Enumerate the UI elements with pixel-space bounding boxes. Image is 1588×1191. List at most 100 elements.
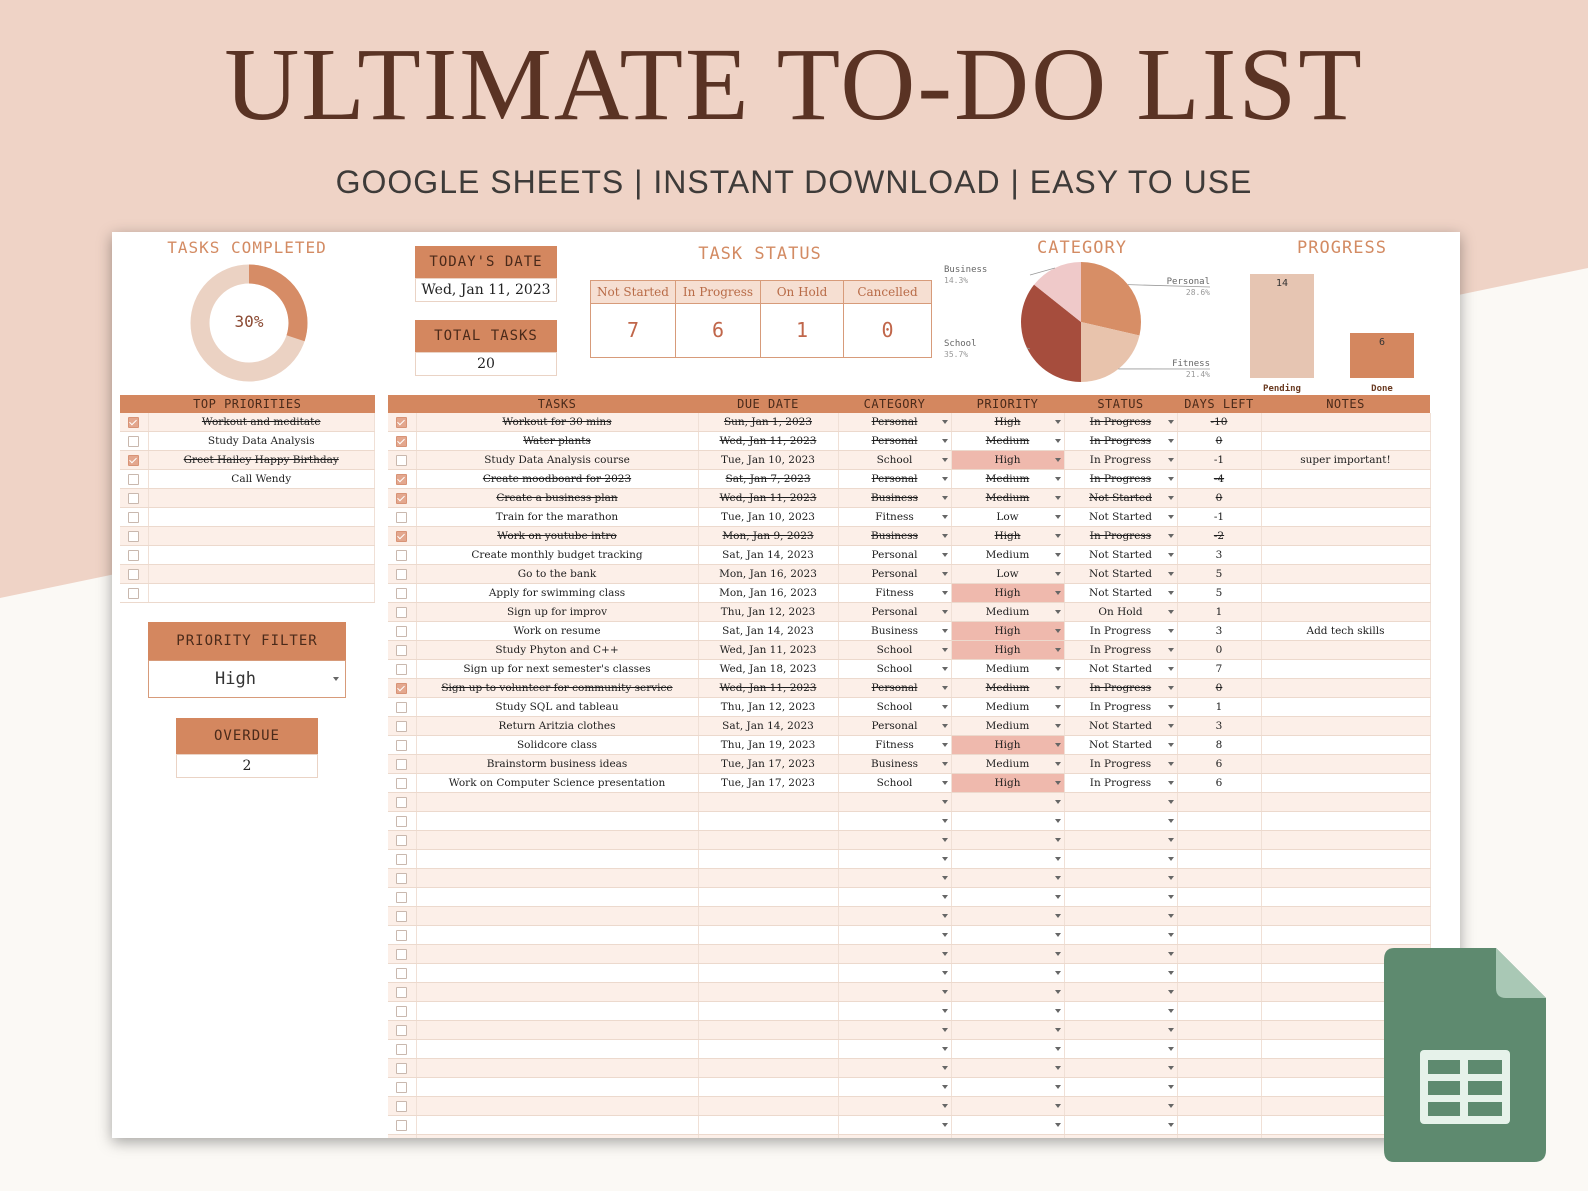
days-left[interactable]: 5 <box>1177 564 1262 584</box>
done-checkbox[interactable] <box>396 549 408 561</box>
priority-select[interactable]: Medium <box>951 431 1065 451</box>
empty-cell[interactable] <box>838 1058 952 1078</box>
empty-cell[interactable] <box>698 906 839 926</box>
done-checkbox[interactable] <box>396 758 408 770</box>
priority-select[interactable]: Medium <box>951 659 1065 679</box>
category-select[interactable]: Personal <box>838 431 952 451</box>
empty-cell[interactable] <box>1261 849 1431 869</box>
category-select[interactable]: Fitness <box>838 735 952 755</box>
done-checkbox-cell[interactable] <box>388 1096 417 1116</box>
done-checkbox[interactable] <box>396 625 408 637</box>
notes[interactable]: super important! <box>1261 450 1431 470</box>
status-select[interactable]: In Progress <box>1064 697 1178 717</box>
done-checkbox-cell[interactable] <box>388 1134 417 1138</box>
done-checkbox[interactable] <box>396 416 408 428</box>
task-name[interactable]: Sign up for next semester's classes <box>416 659 699 679</box>
empty-cell[interactable] <box>698 1001 839 1021</box>
empty-cell[interactable] <box>1177 1001 1262 1021</box>
done-checkbox[interactable] <box>396 530 408 542</box>
done-checkbox-cell[interactable] <box>388 887 417 907</box>
priority-checkbox[interactable] <box>128 454 140 466</box>
notes[interactable] <box>1261 640 1431 660</box>
task-name[interactable]: Solidcore class <box>416 735 699 755</box>
empty-cell[interactable] <box>1064 925 1178 945</box>
notes[interactable] <box>1261 678 1431 698</box>
empty-cell[interactable] <box>951 1020 1065 1040</box>
done-checkbox[interactable] <box>396 739 408 751</box>
due-date[interactable]: Tue, Jan 17, 2023 <box>698 754 839 774</box>
category-select[interactable]: School <box>838 640 952 660</box>
task-name[interactable]: Create moodboard for 2023 <box>416 469 699 489</box>
empty-cell[interactable] <box>838 1020 952 1040</box>
priority-select[interactable]: High <box>951 735 1065 755</box>
priority-select[interactable]: Low <box>951 507 1065 527</box>
empty-cell[interactable] <box>1261 830 1431 850</box>
empty-cell[interactable] <box>416 849 699 869</box>
empty-cell[interactable] <box>1177 1115 1262 1135</box>
priority-select[interactable]: High <box>951 583 1065 603</box>
priority-text[interactable]: Call Wendy <box>148 469 375 489</box>
empty-cell[interactable] <box>698 792 839 812</box>
done-checkbox[interactable] <box>396 1043 408 1055</box>
empty-cell[interactable] <box>838 1134 952 1138</box>
empty-cell[interactable] <box>1064 830 1178 850</box>
notes[interactable] <box>1261 602 1431 622</box>
empty-cell[interactable] <box>838 1077 952 1097</box>
due-date[interactable]: Tue, Jan 10, 2023 <box>698 507 839 527</box>
due-date[interactable]: Sat, Jan 14, 2023 <box>698 621 839 641</box>
priority-select[interactable]: Medium <box>951 488 1065 508</box>
empty-cell[interactable] <box>416 906 699 926</box>
priority-select[interactable]: Medium <box>951 754 1065 774</box>
empty-cell[interactable] <box>951 944 1065 964</box>
priority-checkbox[interactable] <box>128 416 140 428</box>
done-checkbox[interactable] <box>396 454 408 466</box>
due-date[interactable]: Tue, Jan 17, 2023 <box>698 773 839 793</box>
done-checkbox[interactable] <box>396 587 408 599</box>
days-left[interactable]: 0 <box>1177 678 1262 698</box>
due-date[interactable]: Thu, Jan 12, 2023 <box>698 602 839 622</box>
empty-cell[interactable] <box>416 1001 699 1021</box>
empty-cell[interactable] <box>951 1134 1065 1138</box>
priority-checkbox[interactable] <box>128 587 140 599</box>
priority-select[interactable]: Low <box>951 564 1065 584</box>
priority-select[interactable]: Medium <box>951 716 1065 736</box>
done-checkbox[interactable] <box>396 1119 408 1131</box>
status-select[interactable]: In Progress <box>1064 526 1178 546</box>
priority-text[interactable] <box>148 564 375 584</box>
empty-cell[interactable] <box>416 1134 699 1138</box>
notes[interactable] <box>1261 507 1431 527</box>
empty-cell[interactable] <box>1261 925 1431 945</box>
priority-select[interactable]: Medium <box>951 545 1065 565</box>
empty-cell[interactable] <box>838 849 952 869</box>
category-select[interactable]: Fitness <box>838 583 952 603</box>
done-checkbox-cell[interactable] <box>388 868 417 888</box>
priority-select[interactable]: Medium <box>951 678 1065 698</box>
empty-cell[interactable] <box>951 1077 1065 1097</box>
done-checkbox-cell[interactable] <box>388 792 417 812</box>
due-date[interactable]: Wed, Jan 18, 2023 <box>698 659 839 679</box>
status-select[interactable]: Not Started <box>1064 716 1178 736</box>
empty-cell[interactable] <box>1177 830 1262 850</box>
category-select[interactable]: Personal <box>838 564 952 584</box>
done-checkbox[interactable] <box>396 473 408 485</box>
done-checkbox[interactable] <box>396 1024 408 1036</box>
empty-cell[interactable] <box>1064 1058 1178 1078</box>
done-checkbox[interactable] <box>396 663 408 675</box>
task-name[interactable]: Create monthly budget tracking <box>416 545 699 565</box>
priority-checkbox[interactable] <box>128 492 140 504</box>
days-left[interactable]: -1 <box>1177 507 1262 527</box>
done-checkbox[interactable] <box>396 910 408 922</box>
empty-cell[interactable] <box>1177 925 1262 945</box>
priority-checkbox[interactable] <box>128 473 140 485</box>
done-checkbox[interactable] <box>396 701 408 713</box>
days-left[interactable]: -2 <box>1177 526 1262 546</box>
category-select[interactable]: Personal <box>838 413 952 432</box>
priority-checkbox[interactable] <box>128 530 140 542</box>
empty-cell[interactable] <box>838 963 952 983</box>
empty-cell[interactable] <box>1177 1077 1262 1097</box>
priority-select[interactable]: Medium <box>951 602 1065 622</box>
priority-select[interactable]: High <box>951 773 1065 793</box>
empty-cell[interactable] <box>1261 887 1431 907</box>
empty-cell[interactable] <box>951 1096 1065 1116</box>
done-checkbox[interactable] <box>396 1100 408 1112</box>
